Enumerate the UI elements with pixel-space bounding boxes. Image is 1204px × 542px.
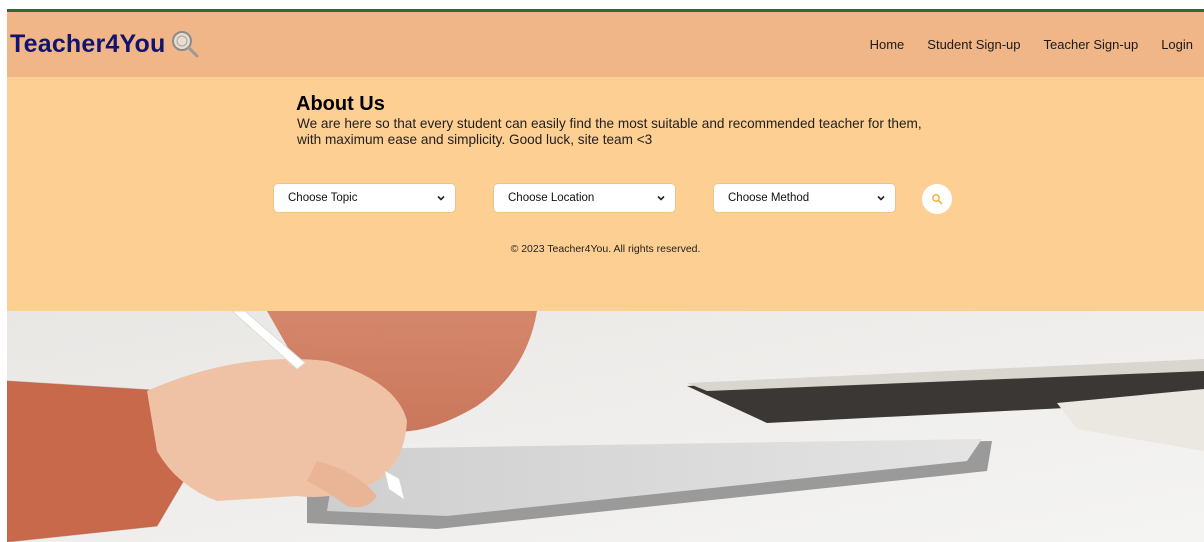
location-select[interactable]: Choose Location	[494, 184, 675, 212]
method-select[interactable]: Choose Method	[714, 184, 895, 212]
search-button[interactable]	[922, 184, 952, 214]
chevron-down-icon	[437, 195, 445, 201]
nav-home-link[interactable]: Home	[870, 37, 905, 52]
chevron-down-icon	[657, 195, 665, 201]
brand-name: Teacher4You	[10, 30, 166, 58]
about-block: About Us We are here so that every stude…	[296, 93, 996, 148]
location-select-value: Choose Location	[508, 192, 595, 204]
nav-teacher-signup-link[interactable]: Teacher Sign-up	[1044, 37, 1139, 52]
search-icon	[932, 194, 943, 205]
about-title: About Us	[296, 93, 385, 115]
nav-student-signup-link[interactable]: Student Sign-up	[927, 37, 1020, 52]
nav-login-link[interactable]: Login	[1161, 37, 1193, 52]
copyright-text: © 2023 Teacher4You. All rights reserved.	[510, 243, 701, 255]
hero-image	[7, 311, 1204, 542]
method-select-value: Choose Method	[728, 192, 810, 204]
chevron-down-icon	[877, 195, 885, 201]
magnifier-logo-icon	[170, 29, 200, 59]
site-header: Teacher4You Home Student Sign-up Teacher…	[7, 12, 1204, 77]
topic-select[interactable]: Choose Topic	[274, 184, 455, 212]
brand[interactable]: Teacher4You	[10, 30, 200, 59]
about-text: We are here so that every student can ea…	[297, 116, 922, 147]
main-nav: Home Student Sign-up Teacher Sign-up Log…	[847, 37, 1193, 52]
main-section: About Us We are here so that every stude…	[7, 77, 1204, 311]
topic-select-value: Choose Topic	[288, 192, 358, 204]
